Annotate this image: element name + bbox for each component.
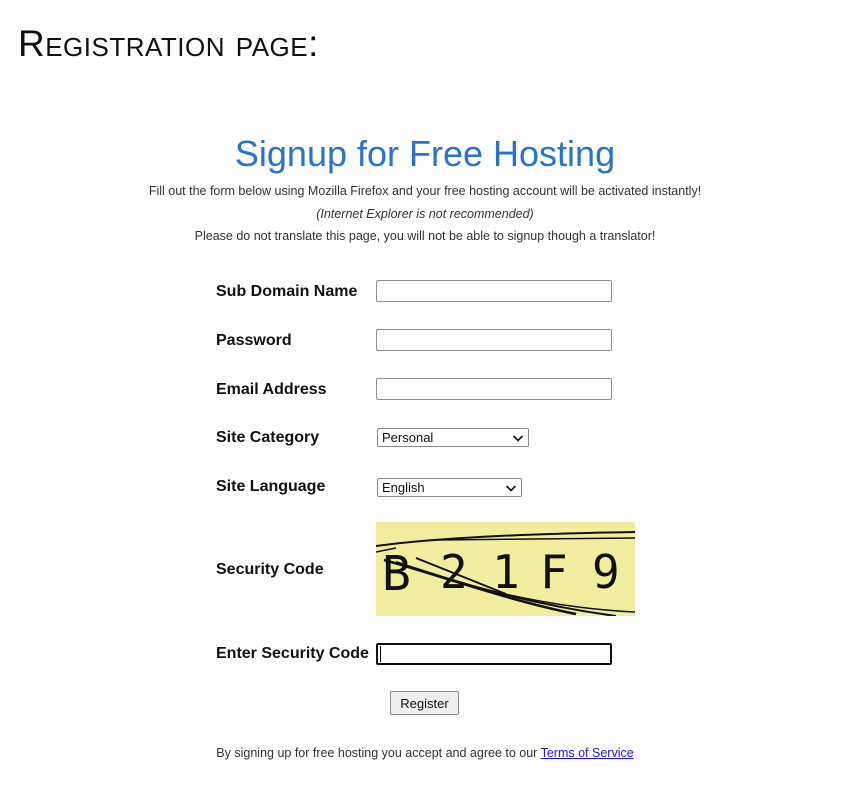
chevron-down-icon	[505, 485, 517, 492]
chevron-down-icon	[512, 435, 524, 442]
enter-security-code-label: Enter Security Code	[216, 645, 369, 662]
site-language-selected: English	[382, 480, 425, 495]
security-code-input[interactable]	[376, 643, 612, 665]
site-category-selected: Personal	[382, 430, 434, 445]
site-category-select[interactable]: Personal	[377, 428, 529, 447]
site-language-select[interactable]: English	[377, 478, 522, 497]
subdomain-label: Sub Domain Name	[216, 283, 358, 300]
document-heading: Registration page:	[18, 23, 319, 64]
subdomain-input[interactable]	[376, 280, 612, 302]
password-label: Password	[216, 332, 292, 349]
terms-of-service-link[interactable]: Terms of Service	[541, 746, 634, 760]
captcha-char: B	[382, 546, 411, 602]
terms-notice: By signing up for free hosting you accep…	[0, 745, 850, 761]
register-button[interactable]: Register	[390, 691, 459, 715]
password-input[interactable]	[376, 329, 612, 351]
captcha-char: F	[540, 545, 568, 599]
captcha-graphic: B 2 1 F 9	[376, 522, 635, 616]
site-category-label: Site Category	[216, 429, 320, 446]
captcha-char: 1	[492, 545, 520, 599]
captcha-image: B 2 1 F 9	[376, 522, 635, 616]
captcha-char: 2	[440, 545, 468, 599]
browser-note: (Internet Explorer is not recommended)	[316, 207, 534, 221]
captcha-char: 9	[592, 545, 620, 599]
translation-note: Please do not translate this page, you w…	[194, 229, 656, 243]
instructions-note: Fill out the form below using Mozilla Fi…	[148, 184, 702, 198]
terms-text: By signing up for free hosting you accep…	[216, 746, 541, 760]
text-caret	[380, 646, 381, 662]
page-title: Signup for Free Hosting	[234, 133, 616, 174]
site-language-label: Site Language	[216, 478, 326, 495]
email-label: Email Address	[216, 381, 327, 398]
security-code-label: Security Code	[216, 561, 324, 578]
email-input[interactable]	[376, 378, 612, 400]
